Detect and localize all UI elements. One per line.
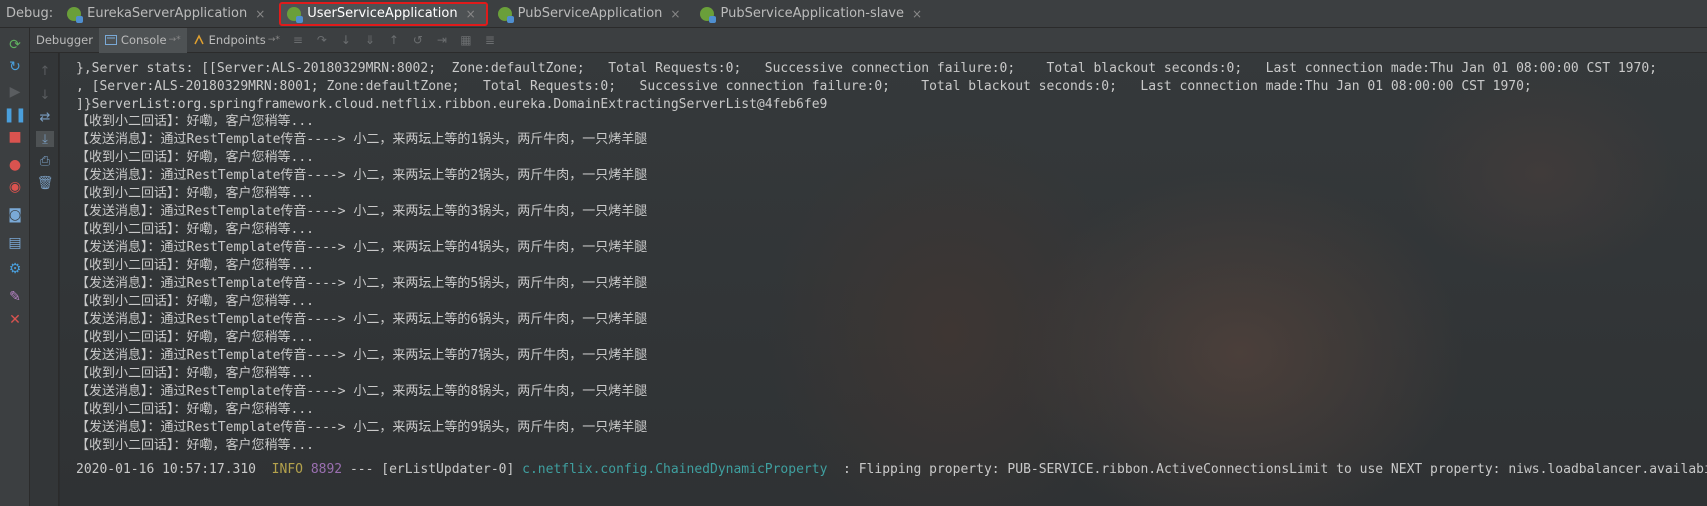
- debug-sub-toolbar: Debugger Console →* Endpoints →* ≡ ↷ ↓ ⇓…: [30, 27, 1707, 53]
- spring-boot-icon: [287, 6, 304, 23]
- console-line: 【发送消息】：通过RestTemplate传音----> 小二，来两坛上等的1锅…: [76, 132, 648, 147]
- resume-icon[interactable]: ▶: [5, 83, 25, 101]
- tab-label: PubServiceApplication: [517, 6, 663, 21]
- refresh-icon[interactable]: ↻: [5, 58, 25, 76]
- log-timestamp: 2020-01-16 10:57:17.310: [76, 462, 257, 477]
- log-level: INFO: [271, 462, 303, 477]
- tab-debugger-label: Debugger: [36, 33, 93, 47]
- scroll-down-icon[interactable]: ↓: [36, 87, 54, 103]
- debug-left-toolbar: ⟳ ↻ ▶ ❚❚ ■ ● ◉ ◙ ▤ ⚙ ✎ ✕: [0, 28, 30, 506]
- console-line: 【收到小二回话】：好嘞，客户您稍等...: [76, 330, 314, 345]
- close-icon[interactable]: ×: [912, 7, 922, 21]
- tab-console-suffix: →*: [168, 35, 181, 45]
- endpoints-icon: [193, 34, 204, 45]
- soft-wrap-icon[interactable]: ⇄: [36, 109, 54, 125]
- tab-console-label: Console: [120, 33, 167, 47]
- step-out-icon[interactable]: ↑: [386, 33, 402, 47]
- close-icon[interactable]: ✕: [5, 311, 25, 329]
- run-to-cursor-icon[interactable]: ⇥: [434, 33, 450, 47]
- console-line: 【发送消息】：通过RestTemplate传音----> 小二，来两坛上等的8锅…: [76, 384, 648, 399]
- step-over-icon[interactable]: ↷: [314, 33, 330, 47]
- camera-icon[interactable]: ◙: [5, 206, 25, 224]
- console-line: 【收到小二回话】：好嘞，客户您稍等...: [76, 366, 314, 381]
- console-line: 【收到小二回话】：好嘞，客户您稍等...: [76, 150, 314, 165]
- view-breakpoints-icon[interactable]: ●: [5, 156, 25, 174]
- spring-boot-icon: [497, 6, 514, 23]
- log-pid: 8892: [310, 462, 343, 477]
- console-line: , [Server:ALS-20180329MRN:8001; Zone:def…: [76, 79, 1532, 94]
- log-logger: c.netflix.config.ChainedDynamicProperty: [522, 462, 828, 477]
- console-line: 【发送消息】：通过RestTemplate传音----> 小二，来两坛上等的3锅…: [76, 204, 648, 219]
- spring-boot-icon: [700, 6, 717, 23]
- pin-icon[interactable]: ✎: [5, 288, 25, 306]
- stop-icon[interactable]: ■: [5, 128, 25, 146]
- tab-debugger[interactable]: Debugger: [30, 28, 99, 53]
- close-icon[interactable]: ×: [466, 7, 476, 21]
- tab-console[interactable]: Console →*: [98, 27, 187, 53]
- console-output[interactable]: },Server stats: [[Server:ALS-20180329MRN…: [60, 53, 1707, 506]
- layout-icon[interactable]: ▤: [5, 234, 25, 252]
- tab-endpoints-label: Endpoints: [208, 33, 266, 47]
- clear-all-icon[interactable]: 🗑: [36, 175, 54, 191]
- tab-eureka-server[interactable]: EurekaServerApplication ×: [61, 2, 275, 26]
- tab-user-service[interactable]: UserServiceApplication ×: [279, 1, 488, 26]
- rerun-icon[interactable]: ⟳: [5, 36, 25, 54]
- log-message: : Flipping property: PUB-SERVICE.ribbon.…: [843, 462, 1707, 477]
- tab-endpoints[interactable]: Endpoints →*: [187, 28, 286, 53]
- show-execution-point-icon[interactable]: ≡: [290, 33, 306, 47]
- debug-label: Debug:: [6, 6, 54, 21]
- settings-gear-icon[interactable]: ⚙: [5, 260, 25, 278]
- console-gutter: ↑ ↓ ⇄ ⤓ ⎙ 🗑: [30, 53, 59, 506]
- drop-frame-icon[interactable]: ↺: [410, 33, 426, 47]
- console-line: 【收到小二回话】：好嘞，客户您稍等...: [76, 294, 314, 309]
- console-icon: [104, 35, 117, 45]
- console-line: 【发送消息】：通过RestTemplate传音----> 小二，来两坛上等的5锅…: [76, 276, 648, 291]
- console-line: 【收到小二回话】：好嘞，客户您稍等...: [76, 186, 314, 201]
- console-line: 【收到小二回话】：好嘞，客户您稍等...: [76, 402, 314, 417]
- debug-tab-bar: Debug: EurekaServerApplication × UserSer…: [0, 0, 1707, 28]
- force-step-into-icon[interactable]: ⇓: [362, 33, 378, 47]
- tab-label: EurekaServerApplication: [87, 6, 248, 21]
- console-line: 【收到小二回话】：好嘞，客户您稍等...: [76, 222, 314, 237]
- console-line: 【发送消息】：通过RestTemplate传音----> 小二，来两坛上等的2锅…: [76, 168, 648, 183]
- trace-icon[interactable]: ≣: [482, 33, 498, 47]
- log-thread: --- [erListUpdater-0]: [349, 462, 515, 477]
- console-line: 【收到小二回话】：好嘞，客户您稍等...: [76, 438, 314, 453]
- tab-pub-service[interactable]: PubServiceApplication ×: [492, 2, 691, 26]
- evaluate-icon[interactable]: ▦: [458, 33, 474, 47]
- console-line: 【发送消息】：通过RestTemplate传音----> 小二，来两坛上等的6锅…: [76, 312, 648, 327]
- console-line: 【发送消息】：通过RestTemplate传音----> 小二，来两坛上等的7锅…: [76, 348, 648, 363]
- print-icon[interactable]: ⎙: [36, 153, 54, 169]
- step-into-icon[interactable]: ↓: [338, 33, 354, 47]
- console-line: },Server stats: [[Server:ALS-20180329MRN…: [76, 61, 1657, 76]
- tab-label: PubServiceApplication-slave: [720, 6, 905, 21]
- scroll-up-icon[interactable]: ↑: [36, 63, 54, 79]
- pause-icon[interactable]: ❚❚: [3, 106, 26, 124]
- tab-endpoints-suffix: →*: [267, 35, 280, 45]
- console-line: 【收到小二回话】：好嘞，客户您稍等...: [76, 258, 314, 273]
- console-line: 【收到小二回话】：好嘞，客户您稍等...: [76, 114, 314, 129]
- close-icon[interactable]: ×: [670, 7, 680, 21]
- console-line: 【发送消息】：通过RestTemplate传音----> 小二，来两坛上等的4锅…: [76, 240, 648, 255]
- tab-label: UserServiceApplication: [307, 6, 458, 21]
- spring-boot-icon: [67, 6, 84, 23]
- mute-breakpoints-icon[interactable]: ◉: [5, 178, 25, 196]
- scroll-to-end-icon[interactable]: ⤓: [36, 131, 54, 147]
- tab-pub-service-slave[interactable]: PubServiceApplication-slave ×: [694, 2, 932, 26]
- console-line: 【发送消息】：通过RestTemplate传音----> 小二，来两坛上等的9锅…: [76, 420, 648, 435]
- console-log-line: 2020-01-16 10:57:17.310 INFO 8892 --- [e…: [76, 460, 1707, 479]
- close-icon[interactable]: ×: [255, 7, 265, 21]
